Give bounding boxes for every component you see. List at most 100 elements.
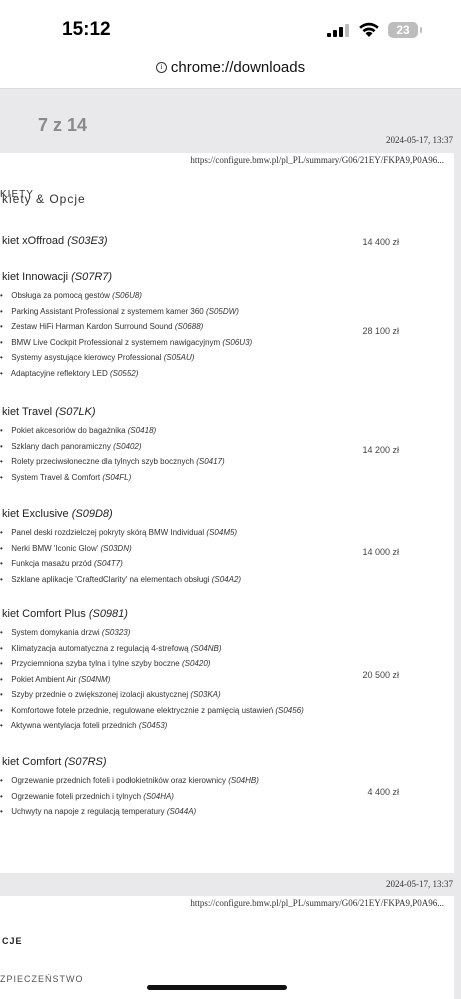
item-code: (S04M5) bbox=[206, 528, 238, 537]
item-text: Obsługa za pomocą gestów bbox=[9, 291, 113, 300]
pdf-page: https://configure.bmw.pl/pl_PL/summary/G… bbox=[0, 896, 454, 999]
item-text: Parking Assistant Professional z systeme… bbox=[9, 306, 206, 316]
package-code: (S03E3) bbox=[67, 235, 108, 247]
item-text: Klimatyzacja automatyczna z regulacją 4-… bbox=[9, 643, 191, 653]
item-code: (S0420) bbox=[181, 659, 211, 668]
package-item: • System Travel & Comfort (S04FL) bbox=[0, 473, 131, 482]
item-text: Pokiet akcesoriów do bagażnika bbox=[9, 426, 128, 435]
item-code: (S0402) bbox=[113, 441, 142, 451]
item-code: (S03KA) bbox=[190, 690, 221, 699]
battery-icon: 23 bbox=[388, 22, 418, 38]
item-text: Panel deski rozdzielczej pokryty skórą B… bbox=[9, 528, 207, 537]
package-name: kiet Innowacji bbox=[2, 271, 72, 283]
item-text: Ogrzewanie przednich foteli i podłokietn… bbox=[9, 776, 229, 785]
section-subheader: ZPIECZEŃSTWO bbox=[0, 974, 84, 984]
bullet-icon: • bbox=[0, 659, 3, 668]
bullet-icon: • bbox=[0, 291, 3, 300]
package-item: • Aktywna wentylacja foteli przednich (S… bbox=[0, 721, 167, 730]
item-text: System domykania drzwi bbox=[9, 628, 102, 637]
item-text: Rolety przeciwsłoneczne dla tylnych szyb… bbox=[9, 457, 197, 466]
item-code: (S06U8) bbox=[112, 291, 142, 300]
item-text: System Travel & Comfort bbox=[9, 472, 103, 482]
package-item: • System domykania drzwi (S0323) bbox=[0, 628, 130, 637]
package-price: 28 100 zł bbox=[362, 325, 399, 336]
bullet-icon: • bbox=[0, 457, 3, 466]
package-item: • Komfortowe fotele przednie, regulowane… bbox=[0, 706, 304, 715]
package-name: kiet Comfort Plus bbox=[2, 608, 89, 620]
bullet-icon: • bbox=[0, 628, 3, 637]
item-text: Szyby przednie o zwiększonej izolacji ak… bbox=[9, 690, 191, 699]
bullet-icon: • bbox=[0, 574, 3, 584]
bullet-icon: • bbox=[0, 807, 3, 816]
page-timestamp: 2024-05-17, 13:37 bbox=[386, 879, 453, 889]
bullet-icon: • bbox=[0, 426, 3, 435]
package-price: 20 500 zł bbox=[362, 670, 399, 681]
bullet-icon: • bbox=[0, 705, 3, 715]
package-title: kiet xOffroad (S03E3) bbox=[2, 235, 108, 247]
item-code: (S0453) bbox=[138, 721, 168, 730]
bullet-icon: • bbox=[0, 322, 3, 331]
package-item: • Zestaw HiFi Harman Kardon Surround Sou… bbox=[0, 322, 203, 331]
package-item: • Obsługa za pomocą gestów (S06U8) bbox=[0, 291, 142, 300]
package-item: • Ogrzewanie foteli przednich i tylnych … bbox=[0, 792, 174, 801]
item-text: Pokiet Ambient Air bbox=[9, 674, 79, 684]
viewer-divider bbox=[0, 88, 461, 89]
section-header: CJE bbox=[2, 936, 23, 946]
item-code: (S0323) bbox=[101, 628, 131, 637]
bullet-icon: • bbox=[0, 353, 3, 362]
package-item: • Funkcja masażu przód (S04T7) bbox=[0, 559, 123, 568]
package-title: kiet Exclusive (S09D8) bbox=[2, 508, 113, 520]
package-price: 4 400 zł bbox=[367, 787, 399, 798]
item-code: (S04NM) bbox=[78, 674, 111, 684]
item-text: Adaptacyjne reflektory LED bbox=[9, 368, 110, 378]
package-code: (S07R7) bbox=[71, 271, 113, 283]
bullet-icon: • bbox=[0, 306, 3, 316]
pdf-viewer[interactable]: 7 z 14 2024-05-17, 13:37 https://configu… bbox=[0, 88, 461, 999]
page-url: https://configure.bmw.pl/pl_PL/summary/G… bbox=[190, 155, 444, 165]
item-text: Komfortowe fotele przednie, regulowane e… bbox=[9, 705, 276, 715]
package-title: kiet Comfort Plus (S0981) bbox=[2, 608, 128, 620]
bullet-icon: • bbox=[0, 674, 3, 684]
package-name: kiet Comfort bbox=[2, 756, 65, 768]
item-code: (S04HA) bbox=[143, 791, 174, 801]
package-item: • Systemy asystujące kierowcy Profession… bbox=[0, 353, 194, 362]
page-counter: 7 z 14 bbox=[38, 115, 88, 135]
package-item: • Klimatyzacja automatyczna z regulacją … bbox=[0, 644, 222, 653]
package-item: • Pokiet Ambient Air (S04NM) bbox=[0, 675, 110, 684]
bullet-icon: • bbox=[0, 528, 3, 537]
package-title: kiet Travel (S07LK) bbox=[2, 406, 96, 418]
item-text: Funkcja masażu przód bbox=[9, 559, 94, 568]
url-text[interactable]: chrome://downloads bbox=[171, 59, 305, 76]
item-text: Ogrzewanie foteli przednich i tylnych bbox=[9, 791, 144, 801]
bullet-icon: • bbox=[0, 791, 3, 801]
package-item: • Rolety przeciwsłoneczne dla tylnych sz… bbox=[0, 457, 225, 466]
item-text: Uchwyty na napoje z regulacją temperatur… bbox=[9, 807, 167, 816]
package-item: • Szklane aplikacje 'CraftedClarity' na … bbox=[0, 575, 241, 584]
wifi-icon bbox=[359, 22, 379, 37]
bullet-icon: • bbox=[0, 543, 3, 553]
item-text: Przyciemniona szyba tylna i tylne szyby … bbox=[9, 659, 182, 668]
item-code: (S03DN) bbox=[100, 543, 132, 553]
bullet-icon: • bbox=[0, 472, 3, 482]
package-name: kiet Exclusive bbox=[2, 508, 72, 520]
package-title: kiet Comfort (S07RS) bbox=[2, 756, 107, 768]
package-item: • Przyciemniona szyba tylna i tylne szyb… bbox=[0, 659, 210, 668]
item-code: (S04A2) bbox=[211, 574, 242, 584]
info-icon[interactable]: i bbox=[155, 62, 167, 73]
item-text: Szklany dach panoramiczny bbox=[9, 441, 114, 451]
item-text: Aktywna wentylacja foteli przednich bbox=[9, 721, 139, 730]
item-code: (S0418) bbox=[127, 426, 157, 435]
item-text: BMW Live Cockpit Professional z systemem… bbox=[9, 337, 223, 347]
package-code: (S07LK) bbox=[55, 406, 96, 418]
address-bar[interactable]: i chrome://downloads bbox=[0, 56, 461, 86]
item-code: (S0456) bbox=[275, 705, 304, 715]
package-item: • BMW Live Cockpit Professional z system… bbox=[0, 338, 252, 347]
bullet-icon: • bbox=[0, 441, 3, 451]
home-indicator[interactable] bbox=[147, 985, 287, 990]
item-text: Nerki BMW 'Iconic Glow' bbox=[9, 543, 101, 553]
package-name: kiet xOffroad bbox=[2, 235, 68, 247]
page-timestamp: 2024-05-17, 13:37 bbox=[386, 135, 453, 145]
bullet-icon: • bbox=[0, 337, 3, 347]
package-price: 14 400 zł bbox=[362, 237, 399, 247]
package-item: • Adaptacyjne reflektory LED (S0552) bbox=[0, 369, 138, 378]
